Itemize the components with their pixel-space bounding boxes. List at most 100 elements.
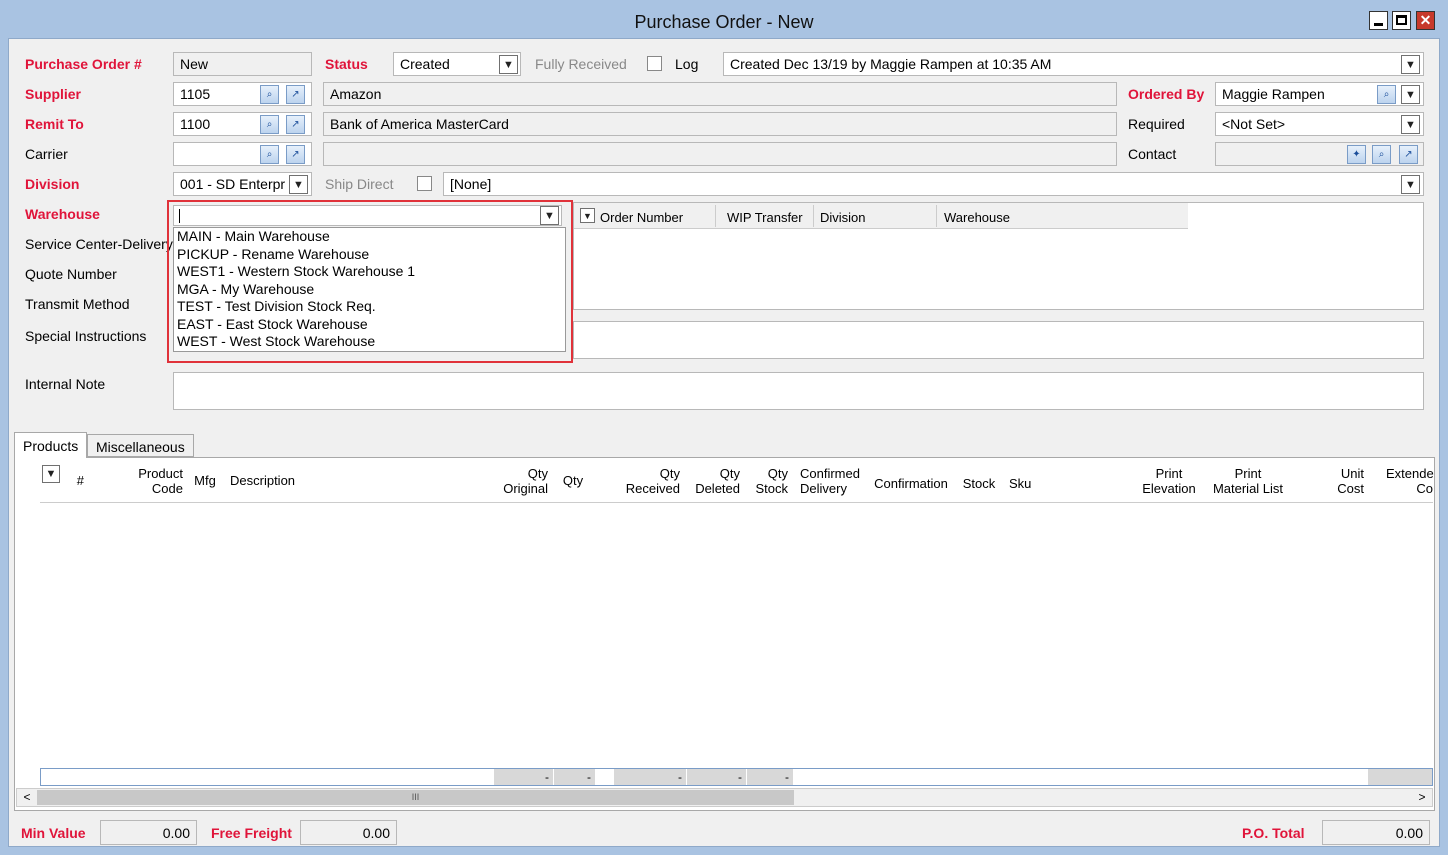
tab-miscellaneous[interactable]: Miscellaneous [87, 434, 194, 457]
close-button[interactable]: ✕ [1416, 11, 1435, 30]
scroll-left-arrow-icon[interactable]: < [19, 790, 35, 805]
status-value: Created [400, 56, 450, 72]
supplier-search-button[interactable]: ⌕ [260, 85, 279, 104]
search-icon: ⌕ [266, 119, 273, 130]
po-number-field: New [173, 52, 312, 76]
free-freight-label: Free Freight [211, 825, 292, 841]
ship-direct-dropdown-button[interactable]: ▼ [1401, 175, 1420, 194]
warehouse-option[interactable]: MGA - My Warehouse [174, 281, 565, 299]
summary-qty-deleted: - [687, 769, 747, 785]
required-dropdown-button[interactable]: ▼ [1401, 115, 1420, 134]
warehouse-option[interactable]: TEST - Test Division Stock Req. [174, 298, 565, 316]
remit-to-label: Remit To [25, 116, 84, 132]
log-select[interactable]: Created Dec 13/19 by Maggie Rampen at 10… [723, 52, 1424, 76]
transmit-method-label: Transmit Method [25, 296, 130, 312]
remit-search-button[interactable]: ⌕ [260, 115, 279, 134]
col-stock[interactable]: Stock [960, 476, 998, 491]
po-total-label: P.O. Total [1242, 825, 1305, 841]
warehouse-dropdown-button[interactable]: ▼ [540, 206, 559, 225]
warehouse-option[interactable]: EAST - East Stock Warehouse [174, 316, 565, 334]
remit-name-field: Bank of America MasterCard [323, 112, 1117, 136]
required-value: <Not Set> [1222, 116, 1286, 132]
remit-lookup-button[interactable]: ↗ [286, 115, 305, 134]
log-dropdown-button[interactable]: ▼ [1401, 55, 1420, 74]
quote-number-label: Quote Number [25, 266, 117, 282]
warehouse-dropdown-list[interactable]: MAIN - Main Warehouse PICKUP - Rename Wa… [173, 227, 566, 352]
col-qty-stock[interactable]: Qty Stock [748, 466, 788, 496]
col-unit-cost[interactable]: Unit Cost [1314, 466, 1364, 496]
po-number-label: Purchase Order # [25, 56, 142, 72]
col-qty-received[interactable]: Qty Received [614, 466, 680, 496]
col-qty-deleted[interactable]: Qty Deleted [686, 466, 740, 496]
chevron-down-icon: ▼ [1405, 118, 1416, 131]
col-warehouse[interactable]: Warehouse [944, 210, 1010, 225]
ordered-by-dropdown-button[interactable]: ▼ [1401, 85, 1420, 104]
chevron-down-icon: ▼ [1405, 58, 1416, 71]
col-sku[interactable]: Sku [1009, 476, 1049, 491]
supplier-code-value: 1105 [180, 86, 211, 102]
supplier-label: Supplier [25, 86, 82, 102]
col-division[interactable]: Division [820, 210, 866, 225]
col-order-number[interactable]: Order Number [600, 210, 683, 225]
col-confirmation[interactable]: Confirmation [872, 476, 950, 491]
close-icon: ✕ [1419, 12, 1432, 28]
contact-new-button[interactable]: ✦ [1347, 145, 1366, 164]
linked-orders-grid[interactable]: ▼ Order Number WIP Transfer Division War… [573, 202, 1424, 310]
maximize-button[interactable] [1392, 11, 1411, 30]
col-qty-original[interactable]: Qty Original [492, 466, 548, 496]
ordered-by-value: Maggie Rampen [1222, 86, 1325, 102]
contact-lookup-button[interactable]: ↗ [1399, 145, 1418, 164]
special-instructions-input[interactable] [573, 321, 1424, 359]
carrier-name-field [323, 142, 1117, 166]
summary-qty: - [554, 769, 596, 785]
status-dropdown-button[interactable]: ▼ [499, 55, 518, 74]
minimize-button[interactable] [1369, 11, 1388, 30]
col-qty[interactable]: Qty [555, 473, 591, 488]
division-label: Division [25, 176, 80, 192]
col-divider [936, 205, 937, 227]
col-mfg[interactable]: Mfg [188, 473, 222, 488]
horizontal-scrollbar[interactable]: < III > [16, 788, 1433, 807]
col-print-material-list[interactable]: Print Material List [1208, 466, 1288, 496]
ship-direct-checkbox[interactable] [417, 176, 432, 191]
internal-note-label: Internal Note [25, 376, 106, 392]
required-select[interactable]: <Not Set> [1215, 112, 1424, 136]
ship-direct-select[interactable]: [None] [443, 172, 1424, 196]
chevron-down-icon: ▼ [503, 58, 514, 71]
tab-products[interactable]: Products [14, 432, 88, 458]
internal-note-input[interactable] [173, 372, 1424, 410]
col-wip-transfer[interactable]: WIP Transfer [727, 210, 803, 225]
col-extended-cost[interactable]: Extende Co [1386, 466, 1434, 496]
chevron-down-icon: ▼ [1405, 88, 1416, 101]
supplier-lookup-button[interactable]: ↗ [286, 85, 305, 104]
warehouse-option[interactable]: WEST1 - Western Stock Warehouse 1 [174, 263, 565, 281]
contact-field [1215, 142, 1424, 166]
chevron-down-icon: ▼ [1405, 178, 1416, 191]
fully-received-checkbox[interactable] [647, 56, 662, 71]
warehouse-option[interactable]: MAIN - Main Warehouse [174, 228, 565, 246]
linked-select-all[interactable]: ▼ [580, 208, 595, 223]
col-product-code[interactable]: Product Code [119, 466, 183, 496]
division-dropdown-button[interactable]: ▼ [289, 175, 308, 194]
search-icon: ⌕ [1383, 89, 1390, 100]
warehouse-option[interactable]: PICKUP - Rename Warehouse [174, 246, 565, 264]
contact-search-button[interactable]: ⌕ [1372, 145, 1391, 164]
col-description[interactable]: Description [230, 473, 330, 488]
search-icon: ⌕ [1378, 149, 1385, 160]
col-confirmed-delivery[interactable]: Confirmed Delivery [800, 466, 870, 496]
scroll-thumb[interactable]: III [37, 790, 794, 805]
warehouse-input[interactable] [173, 205, 562, 226]
ordered-by-search-button[interactable]: ⌕ [1377, 85, 1396, 104]
products-grid-header: # Product Code Mfg Description Qty Origina… [14, 458, 1435, 508]
products-grid[interactable] [14, 458, 1435, 811]
warehouse-option[interactable]: WEST - West Stock Warehouse [174, 333, 565, 351]
fully-received-label: Fully Received [535, 56, 627, 72]
scroll-right-arrow-icon[interactable]: > [1414, 790, 1430, 805]
summary-extended-cost [1368, 769, 1432, 785]
ship-direct-value: [None] [450, 176, 492, 192]
col-print-elevation[interactable]: Print Elevation [1134, 466, 1204, 496]
col-divider [813, 205, 814, 227]
col-number[interactable]: # [70, 473, 84, 488]
carrier-search-button[interactable]: ⌕ [260, 145, 279, 164]
carrier-lookup-button[interactable]: ↗ [286, 145, 305, 164]
